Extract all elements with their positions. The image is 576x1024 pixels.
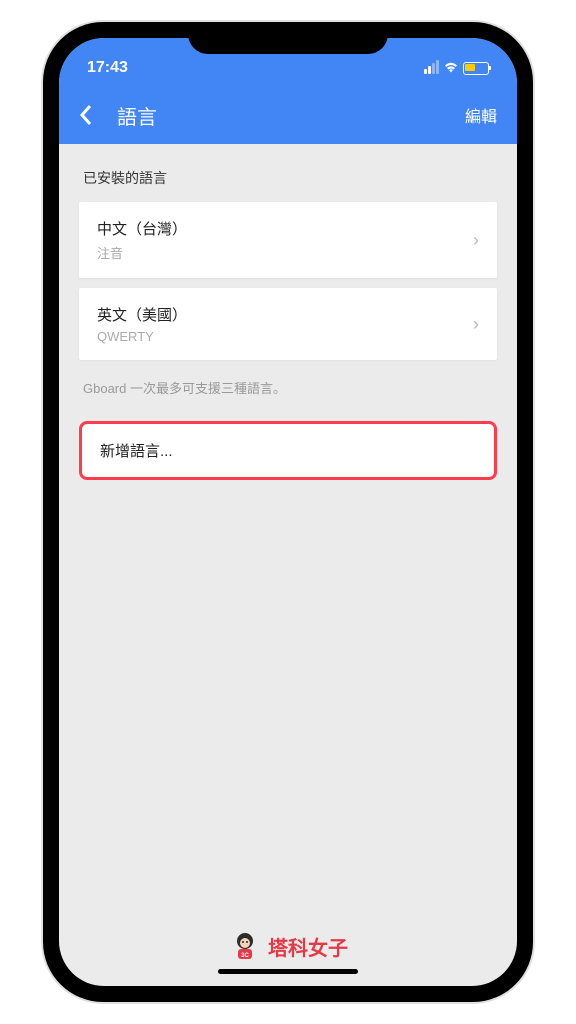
wifi-icon <box>443 61 459 75</box>
watermark: 3C 塔科女子 <box>228 929 348 963</box>
home-indicator[interactable] <box>218 969 358 974</box>
language-item-chinese[interactable]: 中文（台灣） 注音 › <box>79 202 497 278</box>
add-language-label: 新增語言... <box>100 443 173 460</box>
language-info: 英文（美國） QWERTY <box>97 304 473 344</box>
back-button[interactable] <box>79 104 93 126</box>
nav-bar: 語言 編輯 <box>59 86 517 144</box>
bottom-area: 3C 塔科女子 <box>59 929 517 974</box>
watermark-avatar-icon: 3C <box>228 929 262 963</box>
section-header: 已安裝的語言 <box>79 168 497 188</box>
chevron-right-icon: › <box>473 230 479 251</box>
svg-text:3C: 3C <box>241 953 249 959</box>
language-name: 英文（美國） <box>97 304 473 325</box>
language-layout: 注音 <box>97 243 473 262</box>
status-time: 17:43 <box>87 59 128 77</box>
watermark-text: 塔科女子 <box>268 932 348 961</box>
language-name: 中文（台灣） <box>97 218 473 239</box>
language-item-english[interactable]: 英文（美國） QWERTY › <box>79 288 497 360</box>
hint-text: Gboard 一次最多可支援三種語言。 <box>83 378 497 397</box>
chevron-right-icon: › <box>473 314 479 335</box>
chevron-left-icon <box>79 104 93 126</box>
language-info: 中文（台灣） 注音 <box>97 218 473 262</box>
battery-icon <box>463 62 489 75</box>
page-title: 語言 <box>117 101 465 130</box>
phone-frame: 17:43 語言 編輯 <box>43 22 533 1002</box>
status-indicators <box>424 61 489 75</box>
cellular-signal-icon <box>424 62 439 74</box>
add-language-button[interactable]: 新增語言... <box>79 421 497 480</box>
edit-button[interactable]: 編輯 <box>465 103 497 127</box>
content-area: 已安裝的語言 中文（台灣） 注音 › 英文（美國） QWERTY › Gboar… <box>59 144 517 504</box>
notch <box>188 22 388 54</box>
language-layout: QWERTY <box>97 329 473 344</box>
screen: 17:43 語言 編輯 <box>59 38 517 986</box>
